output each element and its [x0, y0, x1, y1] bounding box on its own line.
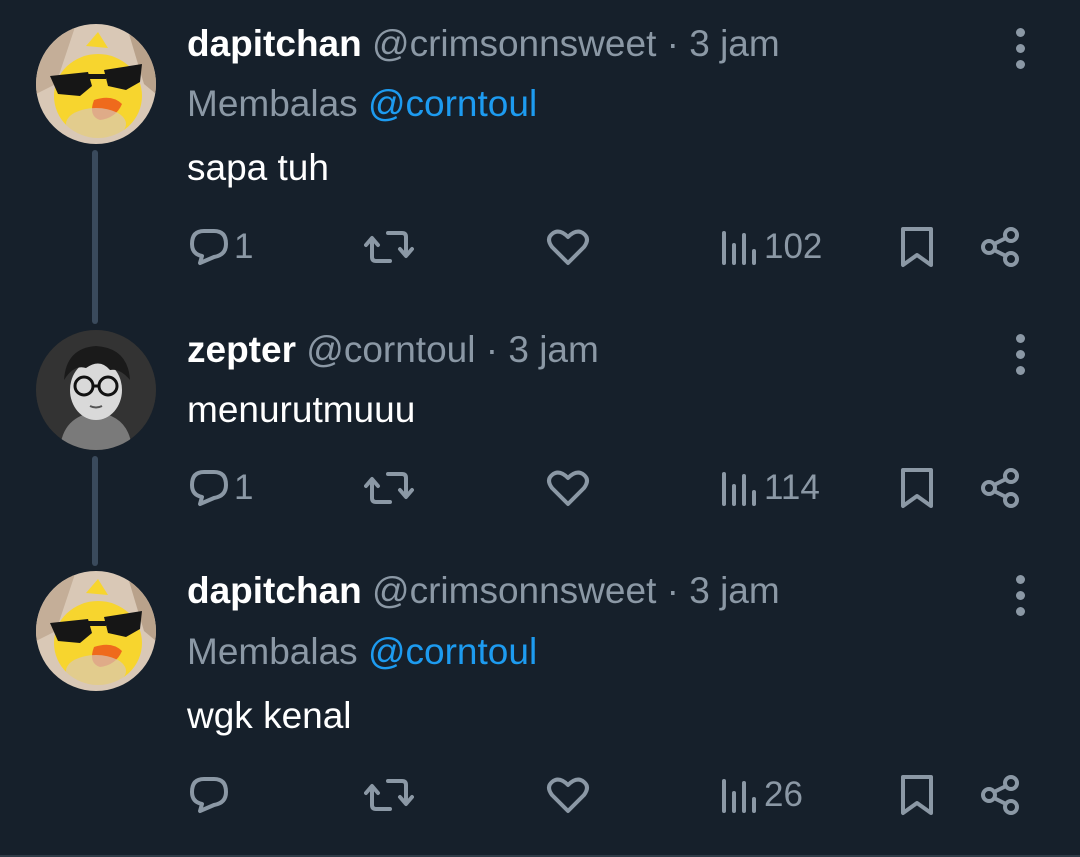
reply-count: 1 [234, 468, 254, 507]
user-handle[interactable]: @crimsonnsweet [372, 570, 656, 611]
reply-icon [190, 229, 228, 265]
share-icon [981, 775, 1019, 815]
action-bar: 1 102 [0, 225, 1080, 269]
reply-count: 1 [234, 227, 254, 266]
reply-button[interactable]: 1 [188, 466, 253, 510]
mention-link[interactable]: @corntoul [368, 631, 537, 672]
replying-to-label: Membalas [187, 83, 358, 124]
retweet-icon [364, 231, 414, 263]
tweet-header: zepter @corntoul · 3 jam [187, 328, 599, 372]
views-icon [722, 472, 756, 506]
views-button[interactable]: 26 [720, 773, 803, 817]
view-count: 102 [764, 227, 823, 266]
separator: · [666, 570, 679, 611]
action-bar: 26 [0, 773, 1080, 817]
heart-icon [547, 777, 589, 813]
retweet-icon [364, 779, 414, 811]
action-bar: 1 114 [0, 466, 1080, 510]
views-button[interactable]: 114 [720, 466, 820, 510]
timestamp[interactable]: 3 jam [508, 329, 598, 370]
view-count: 114 [764, 468, 820, 507]
more-vertical-icon [1015, 27, 1025, 37]
tweet-text: menurutmuuu [187, 389, 416, 430]
retweet-button[interactable] [364, 773, 414, 817]
bookmark-icon [901, 468, 933, 508]
user-handle[interactable]: @corntoul [306, 329, 475, 370]
display-name[interactable]: zepter [187, 329, 296, 370]
more-options-button[interactable] [1004, 573, 1036, 617]
avatar[interactable] [36, 330, 156, 450]
tweet-header: dapitchan @crimsonnsweet · 3 jam [187, 22, 780, 66]
views-icon [722, 779, 756, 813]
more-vertical-icon [1015, 333, 1025, 343]
user-handle[interactable]: @crimsonnsweet [372, 23, 656, 64]
like-button[interactable] [546, 225, 590, 269]
share-icon [981, 468, 1019, 508]
reply-button[interactable]: 1 [188, 225, 253, 269]
bookmark-button[interactable] [897, 773, 937, 817]
bookmark-icon [901, 775, 933, 815]
avatar[interactable] [36, 571, 156, 691]
share-button[interactable] [978, 225, 1022, 269]
separator: · [666, 23, 679, 64]
bookmark-icon [901, 227, 933, 267]
separator: · [485, 329, 499, 370]
views-icon [722, 231, 756, 265]
retweet-button[interactable] [364, 225, 414, 269]
replying-to: Membalas @corntoul [187, 82, 537, 126]
more-options-button[interactable] [1004, 332, 1036, 376]
share-icon [981, 227, 1019, 267]
heart-icon [547, 229, 589, 265]
share-button[interactable] [978, 466, 1022, 510]
view-count: 26 [764, 775, 803, 814]
like-button[interactable] [546, 773, 590, 817]
more-options-button[interactable] [1004, 26, 1036, 70]
share-button[interactable] [978, 773, 1022, 817]
like-button[interactable] [546, 466, 590, 510]
timestamp[interactable]: 3 jam [689, 23, 779, 64]
tweet-header: dapitchan @crimsonnsweet · 3 jam [187, 569, 780, 613]
display-name[interactable]: dapitchan [187, 570, 362, 611]
tweet-text: sapa tuh [187, 147, 329, 188]
heart-icon [547, 470, 589, 506]
more-vertical-icon [1015, 574, 1025, 584]
reply-button[interactable] [188, 773, 234, 817]
retweet-button[interactable] [364, 466, 414, 510]
display-name[interactable]: dapitchan [187, 23, 362, 64]
reply-icon [190, 470, 228, 506]
avatar[interactable] [36, 24, 156, 144]
reply-icon [190, 777, 228, 813]
bookmark-button[interactable] [897, 466, 937, 510]
retweet-icon [364, 472, 414, 504]
replying-to: Membalas @corntoul [187, 630, 537, 674]
views-button[interactable]: 102 [720, 225, 822, 269]
replying-to-label: Membalas [187, 631, 358, 672]
timestamp[interactable]: 3 jam [689, 570, 779, 611]
tweet-text: wgk kenal [187, 695, 352, 736]
bookmark-button[interactable] [897, 225, 937, 269]
mention-link[interactable]: @corntoul [368, 83, 537, 124]
